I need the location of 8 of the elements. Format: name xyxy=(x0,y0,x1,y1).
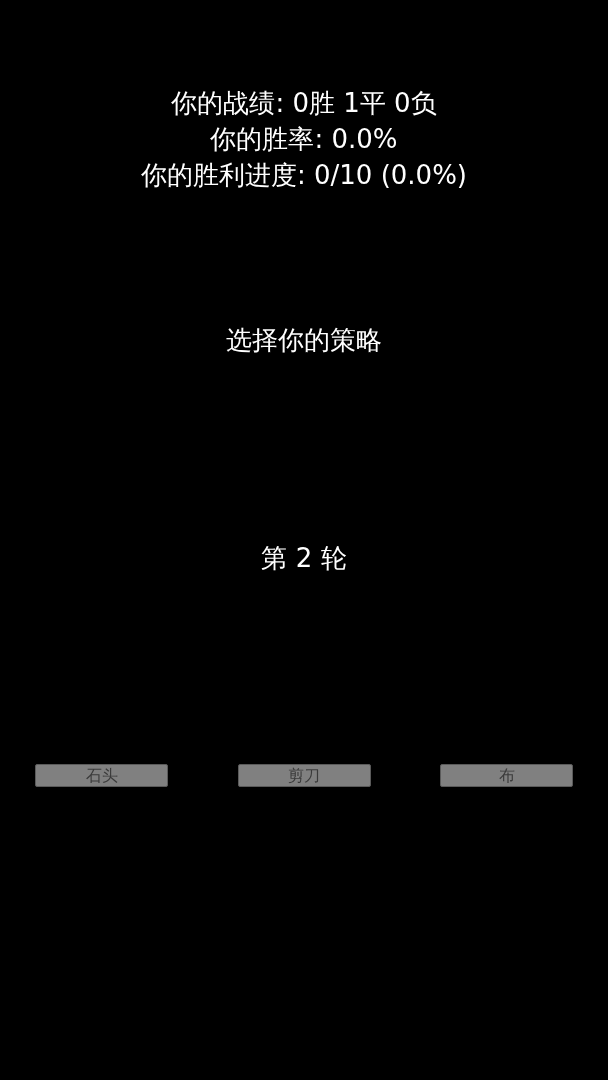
stats-line: 你的胜利进度: 0/10 (0.0%) xyxy=(141,159,467,192)
prompt-text: 选择你的策略 xyxy=(226,324,382,357)
choice-button[interactable]: 石头 xyxy=(35,764,168,787)
stats-line: 你的胜率: 0.0% xyxy=(210,123,398,156)
stats-line: 你的战绩: 0胜 1平 0负 xyxy=(171,87,437,120)
choice-button[interactable]: 布 xyxy=(440,764,573,787)
choice-button[interactable]: 剪刀 xyxy=(237,764,371,787)
round-label: 第 2 轮 xyxy=(261,542,347,575)
